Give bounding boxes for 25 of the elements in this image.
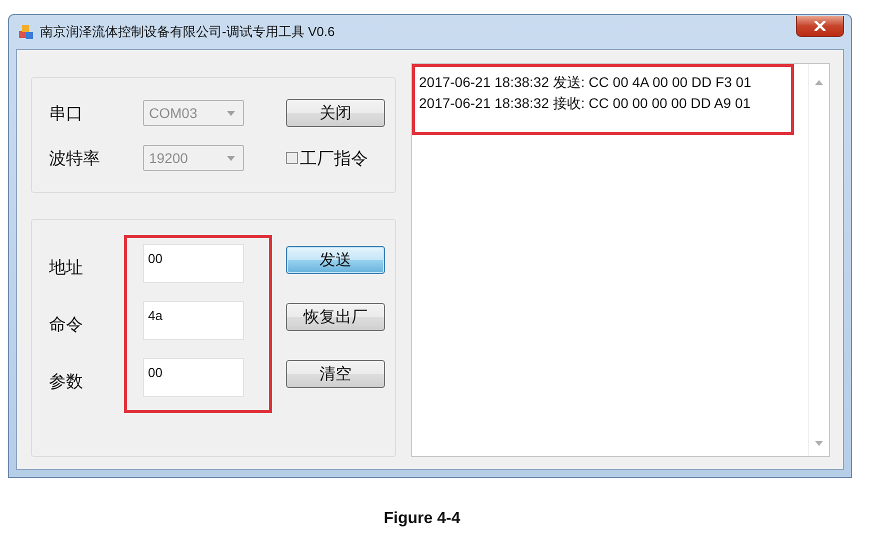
- dropdown-arrow-icon: [227, 156, 235, 160]
- checkbox[interactable]: [286, 152, 298, 164]
- dropdown-arrow-icon: [227, 110, 235, 116]
- field-label: 参数: [49, 371, 84, 393]
- action-button[interactable]: 恢复出厂: [286, 303, 385, 331]
- input-field[interactable]: 00: [143, 358, 244, 397]
- close-button[interactable]: [796, 16, 844, 37]
- scroll-up-icon[interactable]: [815, 80, 823, 85]
- action-button[interactable]: 发送: [286, 246, 385, 274]
- close-port-button[interactable]: 关闭: [286, 99, 385, 127]
- window-title: 南京润泽流体控制设备有限公司-调试专用工具 V0.6: [40, 23, 335, 41]
- scroll-down-icon[interactable]: [815, 441, 823, 446]
- input-field[interactable]: 00: [143, 244, 244, 283]
- action-button[interactable]: 清空: [286, 360, 385, 388]
- log-line: 2017-06-21 18:38:32 发送: CC 00 4A 00 00 DD F3 01: [419, 73, 752, 92]
- cubes-icon: [18, 24, 34, 40]
- close-icon: [814, 21, 826, 31]
- checkbox-label: 工厂指令: [300, 148, 368, 170]
- field-label: 命令: [49, 314, 84, 336]
- field-label: 串口: [49, 102, 84, 124]
- field-label: 波特率: [49, 148, 101, 170]
- figure-caption: Figure 4-4: [382, 510, 462, 528]
- input-field[interactable]: 4a: [143, 301, 244, 340]
- field-label: 地址: [49, 257, 84, 279]
- log-line: 2017-06-21 18:38:32 接收: CC 00 00 00 00 DD A9 01: [419, 94, 752, 113]
